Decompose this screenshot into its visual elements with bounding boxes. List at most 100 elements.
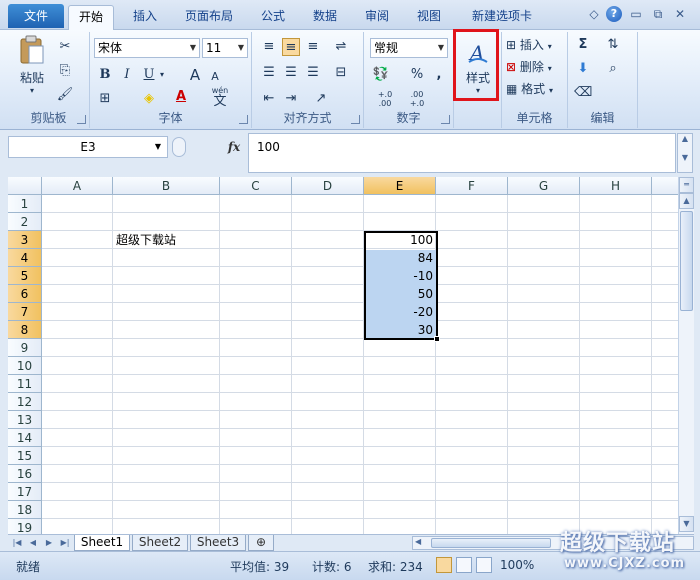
- tab-data[interactable]: 数据: [304, 5, 346, 30]
- zoom-level[interactable]: 100%: [500, 558, 534, 572]
- row-header-2[interactable]: 2: [8, 213, 42, 231]
- column-header-e[interactable]: E: [364, 177, 436, 195]
- help-icon[interactable]: ?: [606, 6, 622, 22]
- formula-expand-scroll[interactable]: ▲ ▼: [677, 133, 693, 173]
- tab-review[interactable]: 审阅: [356, 5, 398, 30]
- format-cells-button[interactable]: ▦ 格式 ▾: [506, 80, 566, 98]
- row-header-13[interactable]: 13: [8, 411, 42, 429]
- copy-icon[interactable]: ⎘: [56, 62, 74, 80]
- row-header-3[interactable]: 3: [8, 231, 42, 249]
- page-layout-view-icon[interactable]: [456, 557, 472, 573]
- grow-font-button[interactable]: A: [186, 66, 204, 84]
- row-header-14[interactable]: 14: [8, 429, 42, 447]
- column-header-a[interactable]: A: [42, 177, 113, 195]
- format-painter-icon[interactable]: 🖌: [56, 86, 74, 104]
- paste-button[interactable]: 粘贴 ▾: [14, 34, 50, 98]
- horizontal-scroll-thumb[interactable]: [431, 538, 551, 548]
- font-size-select[interactable]: 11 ▼: [202, 38, 248, 58]
- align-right-icon[interactable]: ☰: [304, 64, 322, 82]
- column-header-b[interactable]: B: [113, 177, 220, 195]
- number-format-select[interactable]: 常规 ▼: [370, 38, 448, 58]
- cut-icon[interactable]: ✂: [56, 38, 74, 56]
- vertical-scrollbar[interactable]: ═ ▲ ▼: [678, 177, 694, 534]
- cell-b3[interactable]: 超级下载站: [113, 231, 219, 249]
- normal-view-icon[interactable]: [436, 557, 452, 573]
- row-header-4[interactable]: 4: [8, 249, 42, 267]
- merge-center-icon[interactable]: ⊟: [332, 64, 350, 82]
- phonetic-button[interactable]: wén 文: [206, 87, 234, 109]
- row-header-19[interactable]: 19: [8, 519, 42, 534]
- name-box[interactable]: E3 ▼: [8, 136, 168, 158]
- alignment-launcher-icon[interactable]: [351, 115, 360, 124]
- align-top-icon[interactable]: ≡: [260, 38, 278, 56]
- clipboard-launcher-icon[interactable]: [77, 115, 86, 124]
- tab-home[interactable]: 开始: [68, 5, 114, 30]
- row-header-17[interactable]: 17: [8, 483, 42, 501]
- decrease-decimal-button[interactable]: .00 +.0: [404, 90, 430, 110]
- number-launcher-icon[interactable]: [441, 115, 450, 124]
- tab-insert[interactable]: 插入: [124, 5, 166, 30]
- row-header-10[interactable]: 10: [8, 357, 42, 375]
- row-header-11[interactable]: 11: [8, 375, 42, 393]
- column-header-g[interactable]: G: [508, 177, 580, 195]
- orientation-icon[interactable]: ↗: [312, 90, 330, 108]
- restore-window-icon[interactable]: ⧉: [650, 6, 666, 22]
- underline-dropdown-icon[interactable]: ▾: [160, 70, 164, 79]
- row-header-12[interactable]: 12: [8, 393, 42, 411]
- align-left-icon[interactable]: ☰: [260, 64, 278, 82]
- percent-button[interactable]: %: [408, 66, 426, 84]
- scroll-up-icon[interactable]: ▲: [679, 193, 694, 209]
- column-header-f[interactable]: F: [436, 177, 508, 195]
- next-sheet-icon[interactable]: ▶: [42, 536, 56, 550]
- formula-splitter[interactable]: [172, 137, 186, 157]
- align-center-icon[interactable]: ☰: [282, 64, 300, 82]
- first-sheet-icon[interactable]: |◀: [10, 536, 24, 550]
- currency-icon[interactable]: 💱: [372, 66, 390, 84]
- italic-button[interactable]: I: [118, 66, 136, 84]
- column-header-d[interactable]: D: [292, 177, 364, 195]
- vertical-scroll-thumb[interactable]: [680, 211, 693, 311]
- tab-view[interactable]: 视图: [408, 5, 450, 30]
- close-window-icon[interactable]: ✕: [672, 6, 688, 22]
- scroll-left-icon[interactable]: ◀: [415, 537, 421, 546]
- tab-file[interactable]: 文件: [8, 4, 64, 28]
- worksheet-grid[interactable]: ABCDEFGH 1 2 3 4 5 6 7 8 9 10 11 12 13 14 15 16 17 18 19 超…: [8, 177, 678, 534]
- comma-button[interactable]: ,: [430, 66, 448, 84]
- last-sheet-icon[interactable]: ▶|: [58, 536, 72, 550]
- minimize-ribbon-icon[interactable]: ◇: [586, 6, 602, 22]
- tab-page-layout[interactable]: 页面布局: [176, 5, 242, 30]
- shrink-font-button[interactable]: A: [206, 68, 224, 86]
- minimize-window-icon[interactable]: ▭: [628, 6, 644, 22]
- sheet-tab-1[interactable]: Sheet1: [74, 535, 130, 551]
- insert-function-button[interactable]: fx: [222, 136, 246, 158]
- find-select-icon[interactable]: ⌕: [604, 60, 622, 78]
- tab-new-tab[interactable]: 新建选项卡: [462, 5, 542, 30]
- row-header-9[interactable]: 9: [8, 339, 42, 357]
- row-header-15[interactable]: 15: [8, 447, 42, 465]
- select-all-corner[interactable]: [8, 177, 42, 195]
- page-break-view-icon[interactable]: [476, 557, 492, 573]
- bold-button[interactable]: B: [96, 66, 114, 84]
- row-header-6[interactable]: 6: [8, 285, 42, 303]
- row-header-5[interactable]: 5: [8, 267, 42, 285]
- sheet-tab-2[interactable]: Sheet2: [132, 535, 188, 551]
- font-launcher-icon[interactable]: [239, 115, 248, 124]
- row-header-18[interactable]: 18: [8, 501, 42, 519]
- font-name-select[interactable]: 宋体 ▼: [94, 38, 200, 58]
- autosum-button[interactable]: Σ: [574, 36, 592, 54]
- fill-handle[interactable]: [434, 336, 440, 342]
- column-header-h[interactable]: H: [580, 177, 652, 195]
- column-header-c[interactable]: C: [220, 177, 292, 195]
- font-color-button[interactable]: A: [172, 88, 190, 106]
- align-middle-icon[interactable]: ≡: [282, 38, 300, 56]
- increase-decimal-button[interactable]: +.0 .00: [372, 90, 398, 110]
- formula-input[interactable]: 100: [248, 133, 676, 173]
- sheet-tab-3[interactable]: Sheet3: [190, 535, 246, 551]
- clear-icon[interactable]: ⌫: [574, 84, 592, 102]
- increase-indent-icon[interactable]: ⇥: [282, 90, 300, 108]
- row-header-7[interactable]: 7: [8, 303, 42, 321]
- scroll-split-icon[interactable]: ═: [679, 177, 694, 193]
- row-header-8[interactable]: 8: [8, 321, 42, 339]
- align-bottom-icon[interactable]: ≡: [304, 38, 322, 56]
- insert-cells-button[interactable]: ⊞ 插入 ▾: [506, 36, 566, 54]
